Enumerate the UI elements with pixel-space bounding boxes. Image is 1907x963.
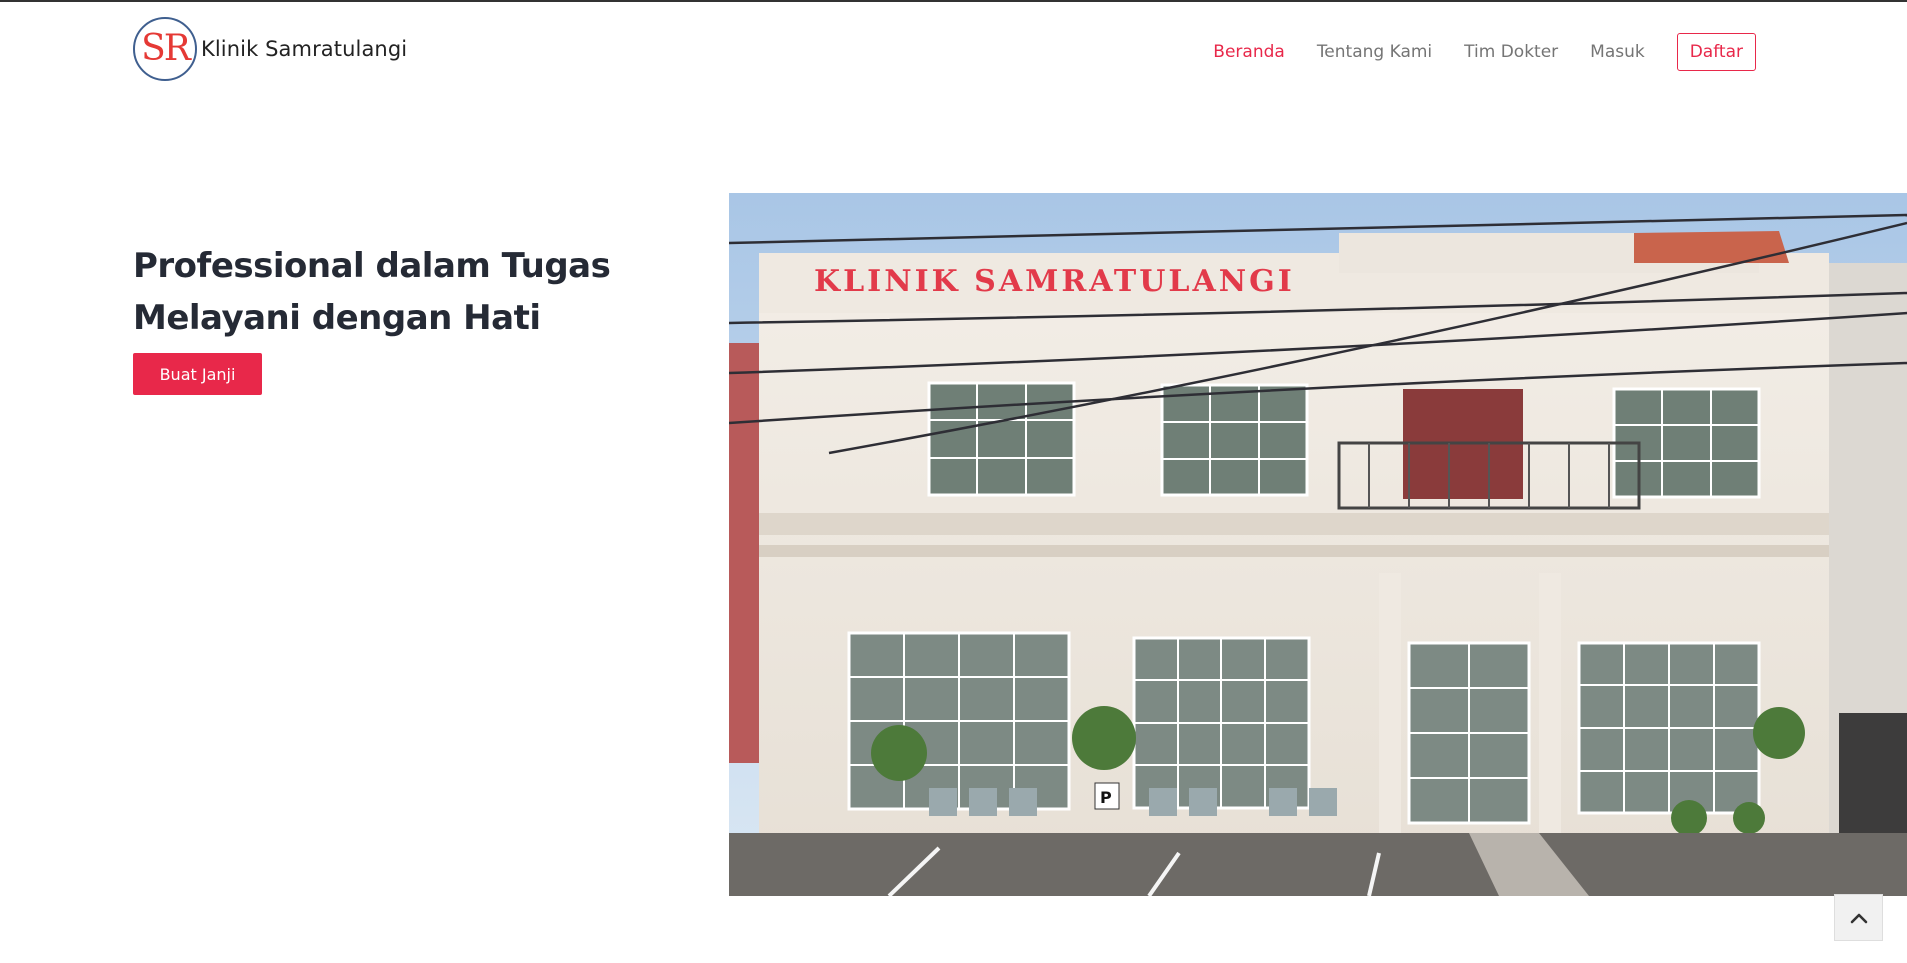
clinic-building-photo: KLINIK SAMRATULANGI P [729,193,1907,896]
hero-heading: Professional dalam Tugas Melayani dengan… [133,240,693,344]
clinic-logo: SR [133,17,197,81]
nav-link-masuk[interactable]: Masuk [1590,42,1645,62]
hero-heading-line-2: Melayani dengan Hati [133,298,541,338]
register-button[interactable]: Daftar [1676,33,1756,71]
brand-name: Klinik Samratulangi [201,37,408,61]
chevron-up-icon [1850,913,1867,923]
nav-link-tim-dokter[interactable]: Tim Dokter [1464,42,1558,62]
hero-heading-line-1: Professional dalam Tugas [133,246,611,286]
make-appointment-button[interactable]: Buat Janji [133,353,262,395]
main-nav: Beranda Tentang Kami Tim Dokter Masuk Da… [1181,33,1756,71]
nav-link-tentang-kami[interactable]: Tentang Kami [1317,42,1432,62]
top-border [0,0,1907,2]
parking-sign-text: P [1100,788,1112,807]
brand-link[interactable]: SR Klinik Samratulangi [133,17,407,81]
nav-link-beranda[interactable]: Beranda [1213,42,1285,62]
building-sign-text: KLINIK SAMRATULANGI [814,264,1295,299]
scroll-to-top-button[interactable] [1834,894,1883,941]
logo-monogram: SR [141,28,191,69]
